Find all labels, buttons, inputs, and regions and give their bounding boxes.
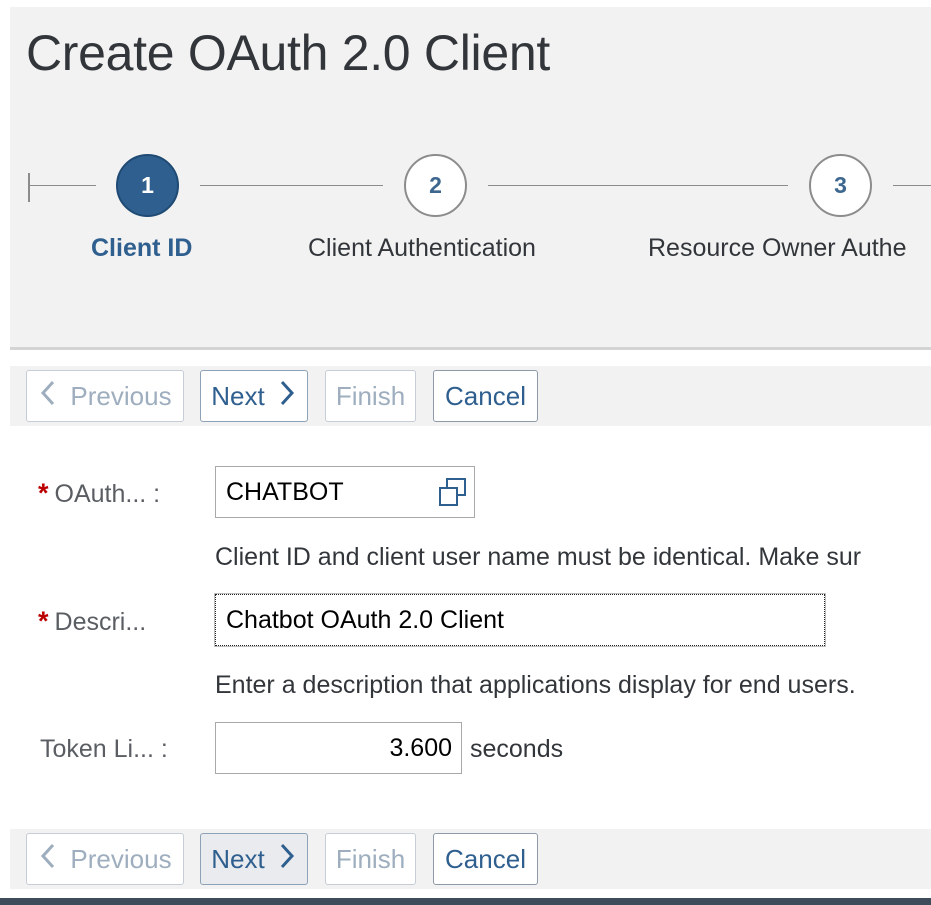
previous-label: Previous [70,843,172,874]
roadmap-start-marker [28,173,30,202]
step-number: 3 [834,172,847,198]
cancel-label: Cancel [445,380,526,411]
top-toolbar: Previous Next Finish Cancel [10,366,931,426]
page-title: Create OAuth 2.0 Client [26,25,550,81]
roadmap-step-2[interactable]: 2 [404,154,467,217]
roadmap-step-3-label[interactable]: Resource Owner Authe [648,234,906,263]
cancel-button[interactable]: Cancel [433,370,538,422]
cancel-button[interactable]: Cancel [433,833,538,885]
chevron-right-icon [277,842,297,876]
roadmap-step-1-label[interactable]: Client ID [91,234,192,263]
roadmap-connector [488,185,788,186]
chevron-left-icon [38,379,58,413]
description-label-text: Descri... [54,608,147,636]
description-label: * Descri... [38,606,146,637]
finish-label: Finish [335,843,406,874]
token-lifetime-label: Token Li... : [40,735,168,763]
roadmap-step-1[interactable]: 1 [116,154,179,217]
header-divider [10,347,931,350]
previous-label: Previous [70,380,172,411]
previous-button[interactable]: Previous [26,833,184,885]
chevron-left-icon [38,842,58,876]
cancel-label: Cancel [445,843,526,874]
roadmap-connector [893,185,931,186]
next-label: Next [211,380,265,411]
client-id-label: * OAuth... : [38,478,160,509]
required-indicator: * [38,478,49,508]
client-id-help: Client ID and client user name must be i… [215,543,862,571]
client-id-label-text: OAuth... : [54,480,161,508]
next-button[interactable]: Next [200,370,308,422]
finish-button[interactable]: Finish [325,833,416,885]
token-lifetime-unit: seconds [470,735,564,763]
roadmap-connector [200,185,383,186]
token-lifetime-input[interactable] [215,722,462,774]
client-id-input[interactable] [215,466,475,518]
next-label: Next [211,843,265,874]
description-help: Enter a description that applications di… [215,671,856,699]
previous-button[interactable]: Previous [26,370,184,422]
bottom-toolbar: Previous Next Finish Cancel [10,829,931,889]
description-input[interactable] [215,594,825,646]
footer-bar [0,898,931,905]
roadmap-step-2-label[interactable]: Client Authentication [308,234,536,263]
finish-label: Finish [335,380,406,411]
step-number: 2 [429,172,442,198]
step-number: 1 [141,172,154,198]
copy-icon[interactable] [438,477,468,507]
next-button[interactable]: Next [200,833,308,885]
finish-button[interactable]: Finish [325,370,416,422]
roadmap-step-3[interactable]: 3 [809,154,872,217]
required-indicator: * [38,606,49,636]
chevron-right-icon [277,379,297,413]
roadmap-connector [30,185,96,186]
